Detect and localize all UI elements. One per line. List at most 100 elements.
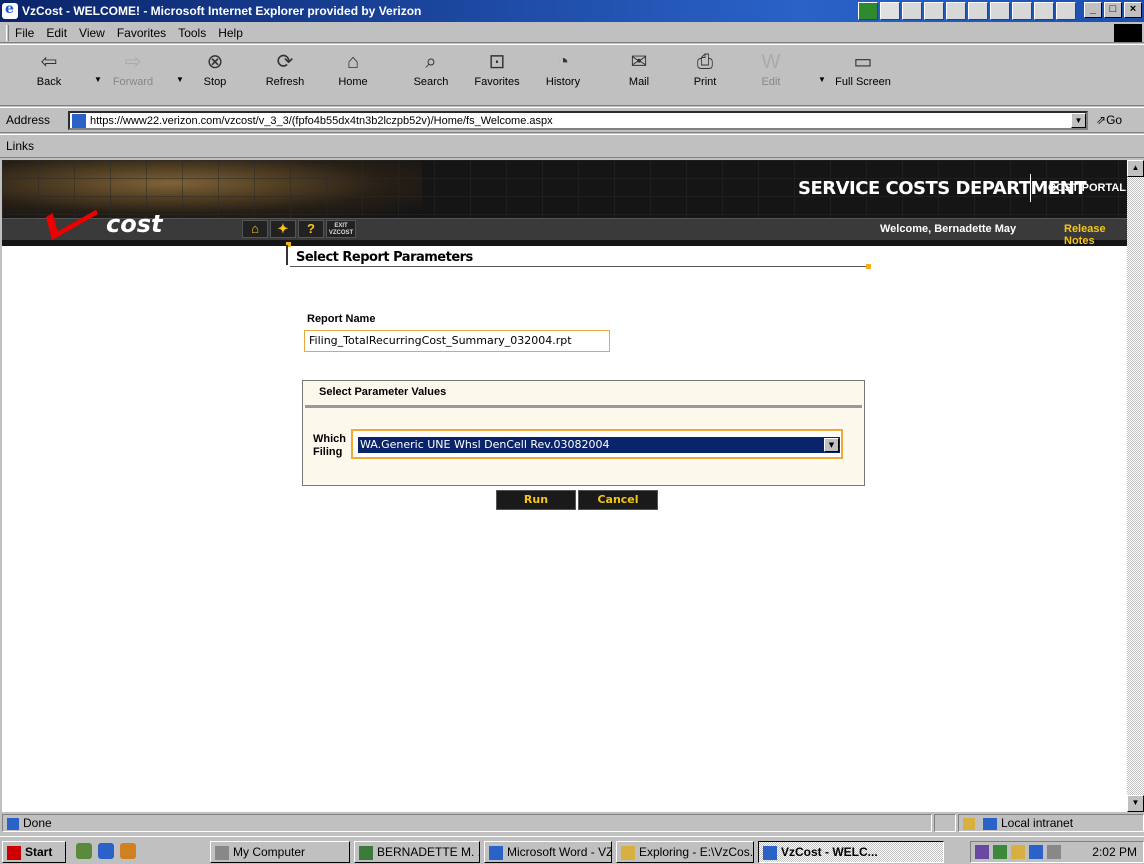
back-dropdown[interactable]: ▼ <box>94 75 102 84</box>
task-word[interactable]: Microsoft Word - VZ... <box>484 841 612 863</box>
page-heading: Select Report Parameters <box>286 240 871 269</box>
taskbar: Start My Computer BERNADETTE M. ... Micr… <box>0 836 1144 864</box>
clock[interactable]: 2:02 PM <box>1092 842 1137 862</box>
back-button[interactable]: ⇦ Back <box>20 51 78 101</box>
ie-window: VzCost - WELCOME! - Microsoft Internet E… <box>0 0 1144 864</box>
intranet-icon <box>983 817 997 830</box>
release-notes-link[interactable]: Release Notes <box>1064 223 1127 246</box>
help-icon[interactable] <box>1034 2 1054 20</box>
back-arrow-icon: ⇦ <box>40 51 58 73</box>
forward-button[interactable]: ⇨ Forward <box>104 51 162 101</box>
menu-help[interactable]: Help <box>218 26 243 40</box>
office-shortcut-icon[interactable] <box>858 2 878 20</box>
chevron-down-icon[interactable]: ▼ <box>824 438 839 452</box>
stop-icon: ⊗ <box>206 51 224 73</box>
tray-icon-5[interactable] <box>1047 845 1061 859</box>
app-icon[interactable] <box>1056 2 1076 20</box>
quick-launch <box>76 843 136 859</box>
task-bernadette[interactable]: BERNADETTE M. ... <box>354 841 480 863</box>
report-name-label: Report Name <box>307 313 376 325</box>
run-button[interactable]: Run <box>496 490 576 510</box>
links-bar: Links <box>0 134 1144 158</box>
cancel-button[interactable]: Cancel <box>578 490 658 510</box>
tray-icon-4[interactable] <box>1029 845 1043 859</box>
links-label[interactable]: Links <box>6 139 34 153</box>
powerpoint-icon[interactable] <box>924 2 944 20</box>
stop-button[interactable]: ⊗ Stop <box>186 51 244 101</box>
print-button[interactable]: ⎙ Print <box>676 51 734 101</box>
task-my-computer[interactable]: My Computer <box>210 841 350 863</box>
favorites-button[interactable]: ⊡ Favorites <box>468 51 526 101</box>
filing-select-value: WA.Generic UNE Whsl DenCell Rev.03082004 <box>360 438 610 451</box>
lock-icon <box>963 817 975 830</box>
logo-text: cost <box>106 210 163 238</box>
edit-dropdown[interactable]: ▼ <box>818 75 826 84</box>
exit-vzcost-button[interactable]: EXIT VZCOST <box>326 220 356 238</box>
heading-bracket <box>286 245 290 265</box>
fullscreen-button[interactable]: ▭ Full Screen <box>826 51 900 101</box>
tray-icon-2[interactable] <box>993 845 1007 859</box>
address-input[interactable]: https://www22.verizon.com/vzcost/v_3_3/(… <box>68 111 1088 130</box>
word-icon[interactable] <box>880 2 900 20</box>
outlook-icon[interactable] <box>946 2 966 20</box>
title-bar[interactable]: VzCost - WELCOME! - Microsoft Internet E… <box>0 0 1144 22</box>
parameter-panel-header: Select Parameter Values <box>319 386 447 398</box>
close-button[interactable]: × <box>1124 2 1142 18</box>
welcome-text: Welcome, Bernadette May <box>880 223 1017 235</box>
parameter-panel: Select Parameter Values Which Filing WA.… <box>302 380 865 486</box>
address-url: https://www22.verizon.com/vzcost/v_3_3/(… <box>90 114 553 127</box>
edit-button[interactable]: W Edit <box>742 51 800 101</box>
tools-icon[interactable] <box>1012 2 1032 20</box>
desktop-icon[interactable] <box>76 843 92 859</box>
go-button[interactable]: ⇗Go <box>1096 113 1122 127</box>
fullscreen-icon: ▭ <box>853 51 873 73</box>
tray-icon-3[interactable] <box>1011 845 1025 859</box>
menu-grip[interactable] <box>6 24 9 41</box>
favorites-icon: ⊡ <box>488 51 506 73</box>
menu-file[interactable]: File <box>15 26 34 40</box>
menu-favorites[interactable]: Favorites <box>117 26 166 40</box>
channels-icon[interactable] <box>120 843 136 859</box>
standard-toolbar: ⇦ Back ▼ ⇨ Forward ▼ ⊗ Stop ⟳ Refresh ⌂ Home … <box>0 44 1144 106</box>
home-button[interactable]: ⌂ Home <box>324 51 382 101</box>
home-nav-icon[interactable]: ⌂ <box>242 220 268 238</box>
refresh-button[interactable]: ⟳ Refresh <box>256 51 314 101</box>
ie-shortcut-icon[interactable] <box>990 2 1010 20</box>
menu-edit[interactable]: Edit <box>46 26 67 40</box>
ie-icon <box>2 1 18 19</box>
search-button[interactable]: ⌕ Search <box>402 51 460 101</box>
scroll-up-button[interactable]: ▲ <box>1127 160 1144 177</box>
system-tray: 2:02 PM <box>970 841 1144 863</box>
office-shortcut-bar <box>858 2 1076 20</box>
mail-button[interactable]: ✉ Mail <box>610 51 668 101</box>
status-bar: Done Local intranet <box>0 812 1144 834</box>
help-nav-icon[interactable]: ? <box>298 220 324 238</box>
menu-view[interactable]: View <box>79 26 105 40</box>
maximize-button[interactable]: □ <box>1104 2 1122 18</box>
parameter-panel-rule <box>305 405 862 408</box>
task-exploring[interactable]: Exploring - E:\VzCos... <box>616 841 754 863</box>
address-bar: Address https://www22.verizon.com/vzcost… <box>0 107 1144 133</box>
task-vzcost[interactable]: VzCost - WELC... <box>758 841 944 863</box>
mail-icon: ✉ <box>630 51 648 73</box>
reports-nav-icon[interactable]: ✦ <box>270 220 296 238</box>
history-button[interactable]: ◔ History <box>534 51 592 101</box>
window-title: VzCost - WELCOME! - Microsoft Internet E… <box>22 4 422 18</box>
vertical-scrollbar[interactable]: ▲ ▼ <box>1127 160 1144 812</box>
search-icon: ⌕ <box>425 51 437 73</box>
menu-tools[interactable]: Tools <box>178 26 206 40</box>
nav-icons: ⌂ ✦ ? EXIT VZCOST <box>242 220 356 238</box>
minimize-button[interactable]: _ <box>1084 2 1102 18</box>
excel-icon[interactable] <box>902 2 922 20</box>
tray-icon-1[interactable] <box>975 845 989 859</box>
portal-title: COST PORTAL <box>1048 182 1127 194</box>
forward-dropdown[interactable]: ▼ <box>176 75 184 84</box>
search-icon[interactable] <box>968 2 988 20</box>
ie-quicklaunch-icon[interactable] <box>98 843 114 859</box>
filing-select[interactable]: WA.Generic UNE Whsl DenCell Rev.03082004… <box>357 436 841 454</box>
scroll-down-button[interactable]: ▼ <box>1127 795 1144 812</box>
address-dropdown[interactable]: ▼ <box>1071 113 1086 128</box>
windows-logo-icon <box>1114 24 1142 42</box>
header-divider <box>1030 174 1031 202</box>
start-button[interactable]: Start <box>2 841 66 863</box>
